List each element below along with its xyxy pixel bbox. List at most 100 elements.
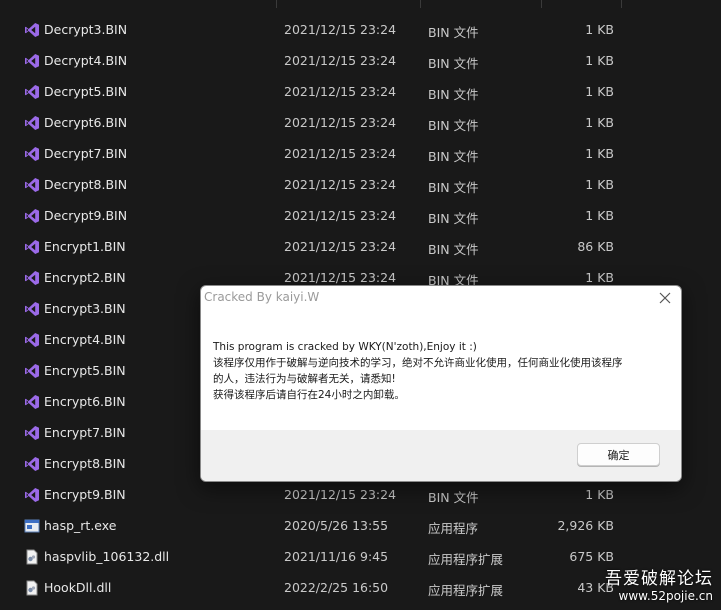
file-name: Encrypt9.BIN [44, 487, 126, 502]
vs-icon [24, 332, 40, 348]
forum-watermark: 吾爱破解论坛 www.52pojie.cn [605, 569, 713, 604]
file-row[interactable]: Encrypt9.BIN 2021/12/15 23:24 BIN 文件 1 KB [0, 479, 721, 510]
watermark-title: 吾爱破解论坛 [605, 569, 713, 589]
file-size: 1 KB [585, 53, 614, 68]
dialog-message: This program is cracked by WKY(N'zoth),E… [213, 339, 663, 403]
file-name: Decrypt4.BIN [44, 53, 128, 68]
file-name: HookDll.dll [44, 580, 112, 595]
file-name: Encrypt1.BIN [44, 239, 126, 254]
column-divider[interactable] [541, 0, 542, 8]
file-date: 2021/12/15 23:24 [284, 239, 397, 254]
vs-icon [24, 146, 40, 162]
file-size: 1 KB [585, 115, 614, 130]
message-line: 的人，违法行为与破解者无关，请悉知! [213, 373, 396, 385]
file-type: BIN 文件 [428, 211, 479, 226]
file-type: BIN 文件 [428, 180, 479, 195]
file-type: BIN 文件 [428, 56, 479, 71]
dialog-footer: 确定 [201, 430, 681, 481]
dll-icon [24, 549, 40, 565]
file-size: 1 KB [585, 208, 614, 223]
vs-icon [24, 177, 40, 193]
file-date: 2021/12/15 23:24 [284, 208, 397, 223]
file-name: haspvlib_106132.dll [44, 549, 170, 564]
vs-icon [24, 456, 40, 472]
message-line: 获得该程序后请自行在24小时之内卸载。 [213, 389, 405, 401]
file-type: BIN 文件 [428, 149, 479, 164]
file-type: BIN 文件 [428, 490, 479, 505]
file-row[interactable]: Decrypt7.BIN 2021/12/15 23:24 BIN 文件 1 KB [0, 138, 721, 169]
vs-icon [24, 53, 40, 69]
vs-icon [24, 208, 40, 224]
file-name: Encrypt2.BIN [44, 270, 126, 285]
file-row[interactable]: haspvlib_106132.dll 2021/11/16 9:45 应用程序扩展… [0, 541, 721, 572]
vs-icon [24, 22, 40, 38]
file-name: Encrypt4.BIN [44, 332, 126, 347]
file-name: Decrypt6.BIN [44, 115, 128, 130]
file-name: Decrypt5.BIN [44, 84, 128, 99]
column-divider[interactable] [621, 0, 622, 8]
dialog-title: Cracked By kaiyi.W [204, 290, 320, 304]
file-type: BIN 文件 [428, 87, 479, 102]
file-date: 2021/12/15 23:24 [284, 84, 397, 99]
file-date: 2021/12/15 23:24 [284, 22, 397, 37]
crack-notice-dialog: Cracked By kaiyi.W This program is crack… [200, 285, 682, 482]
file-date: 2021/12/15 23:24 [284, 487, 397, 502]
file-date: 2022/2/25 16:50 [284, 580, 389, 595]
file-name: Decrypt8.BIN [44, 177, 128, 192]
vs-icon [24, 115, 40, 131]
file-row[interactable]: Decrypt9.BIN 2021/12/15 23:24 BIN 文件 1 KB [0, 200, 721, 231]
vs-icon [24, 84, 40, 100]
message-line: 该程序仅用作于破解与逆向技术的学习，绝对不允许商业化使用，任何商业化使用该程序 [213, 357, 623, 369]
vs-icon [24, 270, 40, 286]
file-size: 1 KB [585, 270, 614, 285]
file-row[interactable]: Encrypt1.BIN 2021/12/15 23:24 BIN 文件 86 KB [0, 231, 721, 262]
file-row[interactable]: Decrypt4.BIN 2021/12/15 23:24 BIN 文件 1 KB [0, 45, 721, 76]
file-row[interactable]: Decrypt8.BIN 2021/12/15 23:24 BIN 文件 1 KB [0, 169, 721, 200]
file-type: 应用程序 [428, 521, 479, 536]
file-size: 86 KB [577, 239, 614, 254]
file-name: Encrypt5.BIN [44, 363, 126, 378]
file-date: 2021/11/16 9:45 [284, 549, 389, 564]
file-date: 2021/12/15 23:24 [284, 53, 397, 68]
file-name: Decrypt9.BIN [44, 208, 128, 223]
message-line: This program is cracked by WKY(N'zoth),E… [213, 341, 477, 353]
file-row[interactable]: Decrypt5.BIN 2021/12/15 23:24 BIN 文件 1 KB [0, 76, 721, 107]
file-size: 1 KB [585, 487, 614, 502]
vs-icon [24, 425, 40, 441]
file-size: 1 KB [585, 84, 614, 99]
file-row[interactable]: Decrypt6.BIN 2021/12/15 23:24 BIN 文件 1 KB [0, 107, 721, 138]
file-type: BIN 文件 [428, 25, 479, 40]
dll-icon [24, 580, 40, 596]
close-icon[interactable] [657, 290, 673, 306]
watermark-url: www.52pojie.cn [618, 589, 713, 603]
file-size: 1 KB [585, 146, 614, 161]
file-size: 1 KB [585, 22, 614, 37]
file-name: Encrypt3.BIN [44, 301, 126, 316]
file-date: 2021/12/15 23:24 [284, 146, 397, 161]
file-name: hasp_rt.exe [44, 518, 117, 533]
ok-button[interactable]: 确定 [577, 443, 660, 466]
file-name: Decrypt7.BIN [44, 146, 128, 161]
file-date: 2021/12/15 23:24 [284, 270, 397, 285]
file-name: Encrypt6.BIN [44, 394, 126, 409]
file-name: Encrypt7.BIN [44, 425, 126, 440]
file-type: BIN 文件 [428, 242, 479, 257]
file-size: 1 KB [585, 177, 614, 192]
exe-icon [24, 518, 40, 534]
file-date: 2021/12/15 23:24 [284, 177, 397, 192]
vs-icon [24, 301, 40, 317]
file-row[interactable]: hasp_rt.exe 2020/5/26 13:55 应用程序 2,926 KB [0, 510, 721, 541]
column-divider[interactable] [420, 0, 421, 8]
file-size: 2,926 KB [557, 518, 614, 533]
file-name: Encrypt8.BIN [44, 456, 126, 471]
file-name: Decrypt3.BIN [44, 22, 128, 37]
vs-icon [24, 394, 40, 410]
file-date: 2021/12/15 23:24 [284, 115, 397, 130]
column-divider[interactable] [276, 0, 277, 8]
file-size: 675 KB [569, 549, 614, 564]
vs-icon [24, 487, 40, 503]
file-type: BIN 文件 [428, 118, 479, 133]
vs-icon [24, 363, 40, 379]
file-row[interactable]: Decrypt3.BIN 2021/12/15 23:24 BIN 文件 1 KB [0, 14, 721, 45]
file-explorer-window: Decrypt3.BIN 2021/12/15 23:24 BIN 文件 1 KB De… [0, 0, 721, 610]
